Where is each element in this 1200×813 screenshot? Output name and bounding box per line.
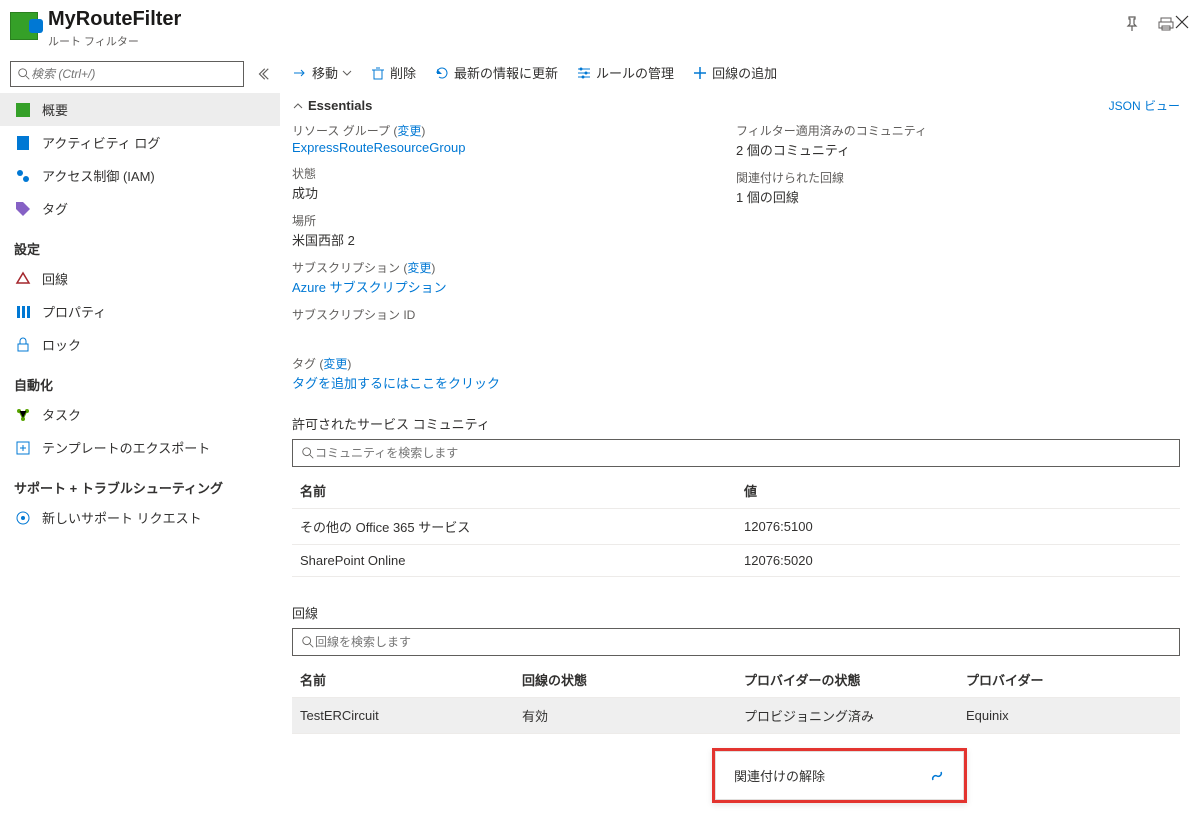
sidebar-item-activity-log[interactable]: アクティビティ ログ	[0, 126, 280, 159]
field-subscription-id: サブスクリプション ID	[292, 306, 736, 339]
pin-icon[interactable]	[1124, 16, 1140, 32]
circuits-filter-box[interactable]	[292, 628, 1180, 656]
essentials-header[interactable]: Essentials JSON ビュー	[280, 91, 1192, 120]
table-row[interactable]: SharePoint Online 12076:5020	[292, 545, 1180, 577]
col-provider-state[interactable]: プロバイダーの状態	[736, 662, 958, 698]
communities-filter-box[interactable]	[292, 439, 1180, 467]
circuits-icon	[14, 271, 32, 287]
sidebar-item-overview[interactable]: 概要	[0, 93, 280, 126]
sidebar-item-label: アクセス制御 (IAM)	[42, 166, 155, 185]
delete-button[interactable]: 削除	[370, 63, 416, 82]
sidebar-item-label: テンプレートのエクスポート	[42, 438, 210, 457]
refresh-button[interactable]: 最新の情報に更新	[434, 63, 558, 82]
communities-table: 名前 値 その他の Office 365 サービス 12076:5100 Sha…	[292, 473, 1180, 577]
command-bar: 移動 削除 最新の情報に更新 ルールの管理 回線の追加	[280, 55, 1192, 91]
chevron-up-icon	[292, 100, 304, 112]
add-circuit-button[interactable]: 回線の追加	[692, 63, 777, 82]
circuits-section-title: 回線	[280, 597, 1192, 628]
search-icon	[17, 67, 31, 81]
lock-icon	[14, 337, 32, 353]
change-subscription-link[interactable]: 変更	[407, 261, 431, 275]
refresh-icon	[434, 65, 450, 81]
search-input[interactable]	[31, 67, 237, 81]
access-control-icon	[14, 168, 32, 184]
search-icon	[301, 635, 315, 649]
col-value[interactable]: 値	[736, 473, 1180, 509]
sidebar-item-label: 概要	[42, 100, 68, 119]
unlink-icon	[929, 768, 945, 784]
communities-section-title: 許可されたサービス コミュニティ	[280, 408, 1192, 439]
sidebar-item-export-template[interactable]: テンプレートのエクスポート	[0, 431, 280, 464]
sidebar-item-locks[interactable]: ロック	[0, 328, 280, 361]
search-icon	[301, 446, 315, 460]
main-content: 移動 削除 最新の情報に更新 ルールの管理 回線の追加 Essentia	[280, 55, 1200, 774]
route-filter-icon	[10, 12, 38, 40]
sidebar-item-label: タスク	[42, 405, 81, 424]
tag-icon	[14, 201, 32, 217]
activity-log-icon	[14, 135, 32, 151]
table-row[interactable]: その他の Office 365 サービス 12076:5100	[292, 509, 1180, 545]
field-resource-group: リソース グループ (変更) ExpressRouteResourceGroup	[292, 122, 736, 155]
circuits-table: 名前 回線の状態 プロバイダーの状態 プロバイダー TestERCircuit …	[292, 662, 1180, 734]
col-name[interactable]: 名前	[292, 473, 736, 509]
sidebar-item-circuits[interactable]: 回線	[0, 262, 280, 295]
sidebar-item-label: プロパティ	[42, 302, 106, 321]
sidebar-item-properties[interactable]: プロパティ	[0, 295, 280, 328]
col-provider[interactable]: プロバイダー	[958, 662, 1180, 698]
communities-filter-input[interactable]	[315, 446, 1171, 460]
search-input-container[interactable]	[10, 61, 244, 87]
rules-icon	[576, 65, 592, 81]
change-tags-link[interactable]: 変更	[323, 357, 347, 371]
change-resource-group-link[interactable]: 変更	[397, 124, 421, 138]
field-subscription: サブスクリプション (変更) Azure サブスクリプション	[292, 259, 736, 296]
sidebar-section-automation: 自動化	[0, 361, 280, 398]
sidebar-item-access-control[interactable]: アクセス制御 (IAM)	[0, 159, 280, 192]
circuits-filter-input[interactable]	[315, 635, 1171, 649]
sidebar-section-settings: 設定	[0, 225, 280, 262]
trash-icon	[370, 65, 386, 81]
field-status: 状態 成功	[292, 165, 736, 202]
move-icon	[292, 65, 308, 81]
properties-icon	[14, 304, 32, 320]
move-button[interactable]: 移動	[292, 63, 352, 82]
sidebar-item-label: タグ	[42, 199, 68, 218]
col-circuit-state[interactable]: 回線の状態	[514, 662, 736, 698]
chevron-down-icon	[342, 68, 352, 78]
dissociate-menu-item[interactable]: 関連付けの解除	[715, 751, 964, 800]
manage-rules-button[interactable]: ルールの管理	[576, 63, 674, 82]
sidebar-item-support-request[interactable]: 新しいサポート リクエスト	[0, 501, 280, 534]
sidebar-item-tasks[interactable]: タスク	[0, 398, 280, 431]
essentials-grid: リソース グループ (変更) ExpressRouteResourceGroup…	[280, 120, 1192, 351]
field-circuits: 関連付けられた回線 1 個の回線	[736, 169, 1180, 206]
tasks-icon	[14, 407, 32, 423]
row-context-menu: 関連付けの解除	[712, 748, 967, 803]
sidebar-item-tags[interactable]: タグ	[0, 192, 280, 225]
sidebar-item-label: ロック	[42, 335, 81, 354]
resource-group-link[interactable]: ExpressRouteResourceGroup	[292, 140, 736, 155]
field-tags: タグ (変更) タグを追加するにはここをクリック	[280, 351, 1192, 408]
subscription-link[interactable]: Azure サブスクリプション	[292, 277, 736, 296]
sidebar-section-support: サポート + トラブルシューティング	[0, 464, 280, 501]
collapse-sidebar-icon[interactable]	[256, 67, 270, 81]
sidebar-item-label: 回線	[42, 269, 68, 288]
plus-icon	[692, 65, 708, 81]
col-name[interactable]: 名前	[292, 662, 514, 698]
page-header: MyRouteFilter ルート フィルター	[0, 0, 1200, 55]
close-icon[interactable]	[1174, 14, 1190, 30]
add-tags-link[interactable]: タグを追加するにはここをクリック	[292, 373, 1180, 392]
resource-type-label: ルート フィルター	[48, 33, 1104, 49]
sidebar-item-label: アクティビティ ログ	[42, 133, 160, 152]
support-icon	[14, 510, 32, 526]
route-filter-nav-icon	[14, 102, 32, 118]
sidebar-item-label: 新しいサポート リクエスト	[42, 508, 202, 527]
table-row[interactable]: TestERCircuit 有効 プロビジョニング済み Equinix	[292, 698, 1180, 734]
print-icon[interactable]	[1158, 16, 1174, 32]
page-title: MyRouteFilter	[48, 8, 1104, 31]
export-template-icon	[14, 440, 32, 456]
sidebar: 概要 アクティビティ ログ アクセス制御 (IAM) タグ 設定 回線 プロパテ…	[0, 55, 280, 774]
field-communities: フィルター適用済みのコミュニティ 2 個のコミュニティ	[736, 122, 1180, 159]
json-view-link[interactable]: JSON ビュー	[1109, 97, 1180, 114]
field-location: 場所 米国西部 2	[292, 212, 736, 249]
